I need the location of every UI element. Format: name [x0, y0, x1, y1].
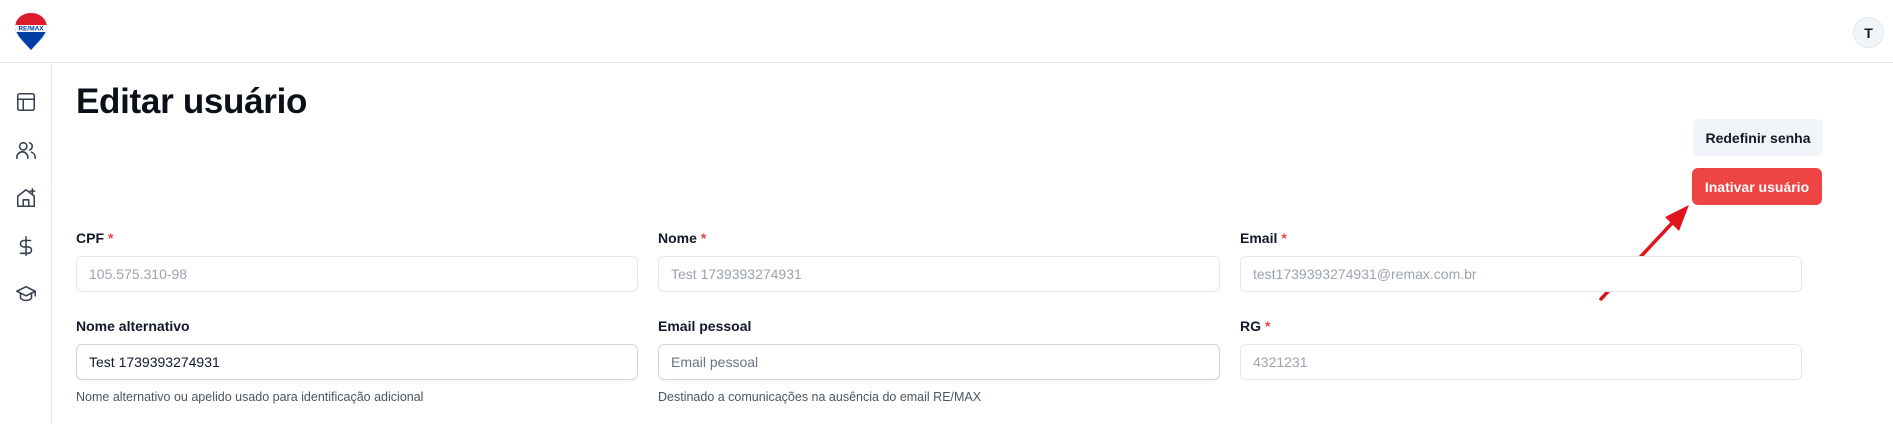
nome-label: Nome *: [658, 230, 706, 246]
email-label-text: Email: [1240, 230, 1278, 246]
email-pessoal-label-text: Email pessoal: [658, 318, 752, 334]
avatar-initial: T: [1864, 24, 1873, 41]
house-plus-icon: [16, 188, 36, 208]
deactivate-user-button[interactable]: Inativar usuário: [1692, 168, 1822, 205]
nome-alternativo-label: Nome alternativo: [76, 318, 190, 334]
email-pessoal-help: Destinado a comunicações na ausência do …: [658, 390, 982, 404]
nome-value: Test 1739393274931: [671, 266, 802, 282]
required-marker: *: [1265, 318, 1271, 334]
sidebar: [0, 64, 52, 424]
page-title: Editar usuário: [76, 82, 308, 121]
user-avatar[interactable]: T: [1853, 17, 1884, 48]
remax-balloon-logo[interactable]: RE/MAX: [14, 12, 48, 52]
sidebar-item-users[interactable]: [12, 136, 40, 164]
email-field[interactable]: test1739393274931@remax.com.br: [1240, 256, 1802, 292]
logo-text: RE/MAX: [18, 26, 44, 33]
users-icon: [16, 141, 36, 160]
nome-alternativo-label-text: Nome alternativo: [76, 318, 190, 334]
email-value: test1739393274931@remax.com.br: [1253, 266, 1477, 282]
required-marker: *: [700, 230, 707, 246]
rg-field[interactable]: 4321231: [1240, 344, 1802, 380]
cpf-field[interactable]: 105.575.310-98: [76, 256, 638, 292]
sidebar-item-finance[interactable]: [12, 232, 40, 260]
top-bar: RE/MAX T: [0, 0, 1893, 63]
email-pessoal-placeholder: Email pessoal: [671, 354, 759, 370]
reset-password-button[interactable]: Redefinir senha: [1693, 119, 1823, 156]
email-pessoal-field[interactable]: Email pessoal: [658, 344, 1220, 380]
sidebar-item-properties[interactable]: [12, 184, 40, 212]
nome-alternativo-value: Test 1739393274931: [89, 354, 220, 370]
dollar-icon: [19, 236, 33, 256]
sidebar-item-training[interactable]: [12, 280, 40, 308]
email-label: Email *: [1240, 230, 1287, 246]
graduation-cap-icon: [16, 285, 36, 302]
nome-field[interactable]: Test 1739393274931: [658, 256, 1220, 292]
cpf-label: CPF *: [76, 230, 113, 246]
rg-value: 4321231: [1253, 354, 1308, 370]
rg-label-text: RG: [1240, 318, 1261, 334]
cpf-value: 105.575.310-98: [89, 266, 188, 282]
required-marker: *: [1281, 230, 1287, 246]
nome-alternativo-field[interactable]: Test 1739393274931: [76, 344, 638, 380]
nome-label-text: Nome: [658, 230, 697, 246]
cpf-label-text: CPF: [76, 230, 104, 246]
sidebar-item-dashboard[interactable]: [12, 88, 40, 116]
required-marker: *: [108, 230, 114, 246]
rg-label: RG *: [1240, 318, 1270, 334]
email-pessoal-label: Email pessoal: [658, 318, 751, 334]
nome-alternativo-help: Nome alternativo ou apelido usado para i…: [76, 390, 424, 404]
layout-icon: [16, 92, 36, 112]
